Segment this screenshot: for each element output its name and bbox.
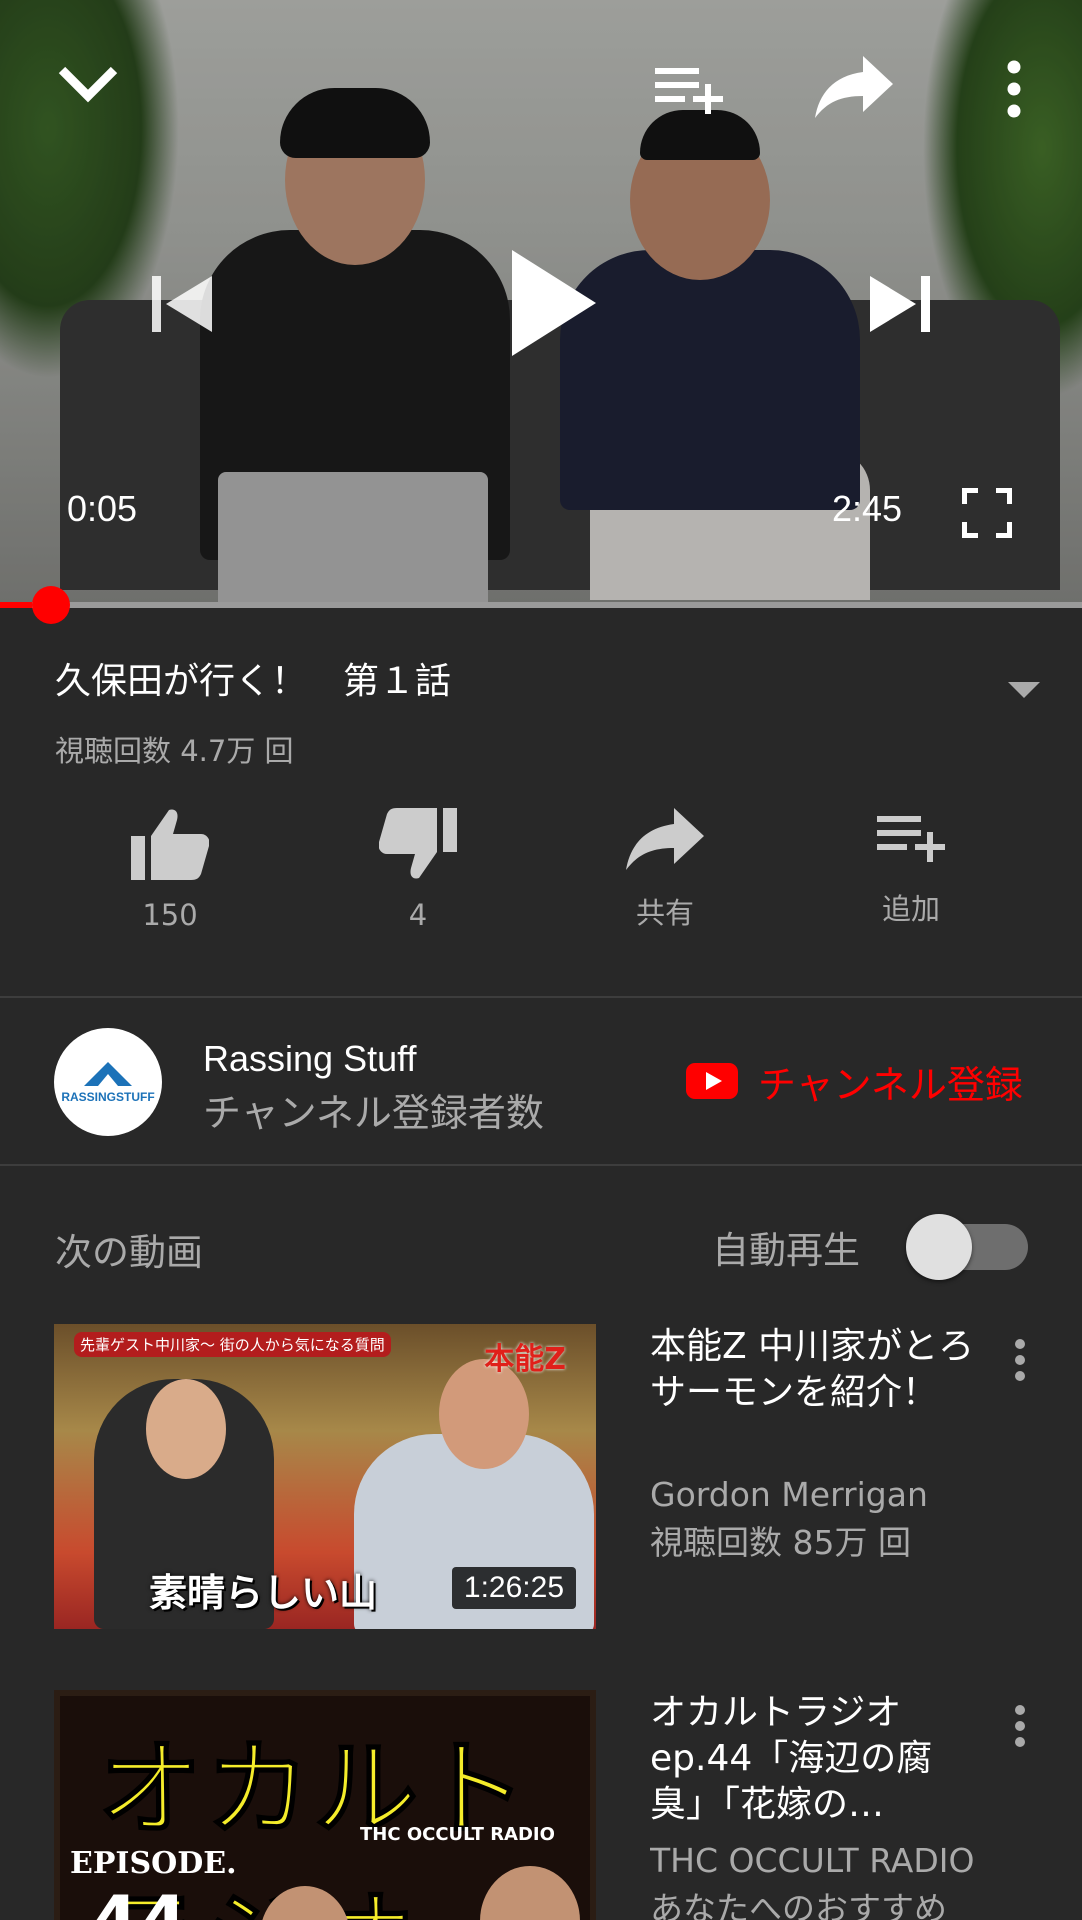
share-label: 共有 bbox=[635, 896, 694, 930]
video-thumbnail[interactable]: 先輩ゲスト中川家〜 街の人から気になる質問 本能Z 素晴らしい山 1:26:25 bbox=[54, 1324, 596, 1629]
progress-fill bbox=[0, 602, 32, 608]
subscribe-button[interactable]: チャンネル登録 bbox=[686, 1056, 1023, 1107]
playlist-add-icon[interactable] bbox=[655, 64, 725, 114]
autoplay-toggle-knob[interactable] bbox=[906, 1214, 972, 1280]
youtube-logo-icon bbox=[686, 1063, 738, 1099]
divider bbox=[0, 1164, 1082, 1166]
video-thumbnail[interactable]: オカルトラジオ THC OCCULT RADIO EPISODE. 44 bbox=[54, 1690, 596, 1920]
list-item[interactable]: オカルトラジオ THC OCCULT RADIO EPISODE. 44 オカル… bbox=[0, 1690, 1082, 1920]
autoplay-label: 自動再生 bbox=[712, 1229, 860, 1272]
up-next-heading: 次の動画 bbox=[55, 1231, 203, 1274]
video-title[interactable]: 本能Z 中川家がとろサーモンを紹介！ bbox=[650, 1324, 980, 1416]
play-icon[interactable] bbox=[508, 248, 598, 358]
channel-name[interactable]: Rassing Stuff bbox=[203, 1038, 416, 1080]
avatar-text: RASSINGSTUFF bbox=[61, 1090, 155, 1104]
duration-badge: 1:26:25 bbox=[451, 1567, 576, 1609]
video-title[interactable]: オカルトラジオ ep.44「海辺の腐臭」「花嫁の… bbox=[650, 1690, 980, 1828]
subscribe-label: チャンネル登録 bbox=[758, 1062, 1023, 1107]
dislike-button[interactable]: 4 bbox=[318, 808, 518, 932]
progress-scrubber[interactable] bbox=[32, 586, 70, 624]
thumb-up-icon bbox=[131, 809, 209, 880]
channel-logo-icon bbox=[84, 1062, 132, 1086]
like-button[interactable]: 150 bbox=[70, 808, 270, 932]
expand-description-icon[interactable] bbox=[1006, 680, 1042, 704]
channel-avatar[interactable]: RASSINGSTUFF bbox=[54, 1028, 162, 1136]
more-vert-icon[interactable] bbox=[1008, 1338, 1032, 1386]
more-vert-icon[interactable] bbox=[1000, 60, 1028, 118]
playlist-add-icon bbox=[877, 816, 945, 862]
subscriber-count: チャンネル登録者数 bbox=[203, 1091, 544, 1135]
view-count: 視聴回数 85万 回 bbox=[650, 1523, 911, 1562]
video-title: 久保田が行く！ 第１話 bbox=[55, 661, 452, 702]
chevron-down-icon[interactable] bbox=[56, 62, 120, 106]
view-count: 視聴回数 4.7万 回 bbox=[55, 734, 294, 768]
thumbnail-subtitle: THC OCCULT RADIO bbox=[360, 1824, 555, 1845]
video-player[interactable]: 0:05 2:45 bbox=[0, 0, 1082, 604]
add-label: 追加 bbox=[881, 892, 940, 926]
channel-name: Gordon Merrigan bbox=[650, 1475, 928, 1514]
thumbnail-episode: EPISODE. bbox=[70, 1846, 237, 1881]
dislike-count: 4 bbox=[408, 898, 428, 932]
share-button[interactable]: 共有 bbox=[565, 808, 765, 932]
list-item[interactable]: 先輩ゲスト中川家〜 街の人から気になる質問 本能Z 素晴らしい山 1:26:25… bbox=[0, 1324, 1082, 1634]
add-to-playlist-button[interactable]: 追加 bbox=[811, 808, 1011, 928]
recommendation-label: あなたへのおすすめ bbox=[650, 1889, 947, 1920]
like-count: 150 bbox=[142, 898, 198, 932]
thumbnail-logo: 本能Z bbox=[484, 1342, 566, 1377]
share-icon bbox=[626, 808, 704, 870]
progress-track[interactable] bbox=[0, 602, 1082, 608]
thumbnail-episode-number: 44 bbox=[90, 1881, 187, 1920]
fullscreen-icon[interactable] bbox=[962, 488, 1012, 538]
thumbnail-banner: 先輩ゲスト中川家〜 街の人から気になる質問 bbox=[74, 1332, 391, 1357]
action-bar: 150 4 共有 追加 bbox=[0, 808, 1082, 948]
skip-next-icon[interactable] bbox=[868, 272, 932, 336]
current-time: 0:05 bbox=[67, 488, 138, 529]
thumbnail-caption: 素晴らしい山 bbox=[149, 1571, 378, 1615]
channel-name: THC OCCULT RADIO bbox=[650, 1841, 975, 1880]
total-duration: 2:45 bbox=[832, 488, 903, 529]
more-vert-icon[interactable] bbox=[1008, 1704, 1032, 1752]
thumb-down-icon bbox=[379, 808, 457, 879]
share-icon[interactable] bbox=[815, 56, 893, 118]
divider bbox=[0, 996, 1082, 998]
skip-previous-icon[interactable] bbox=[150, 272, 214, 336]
